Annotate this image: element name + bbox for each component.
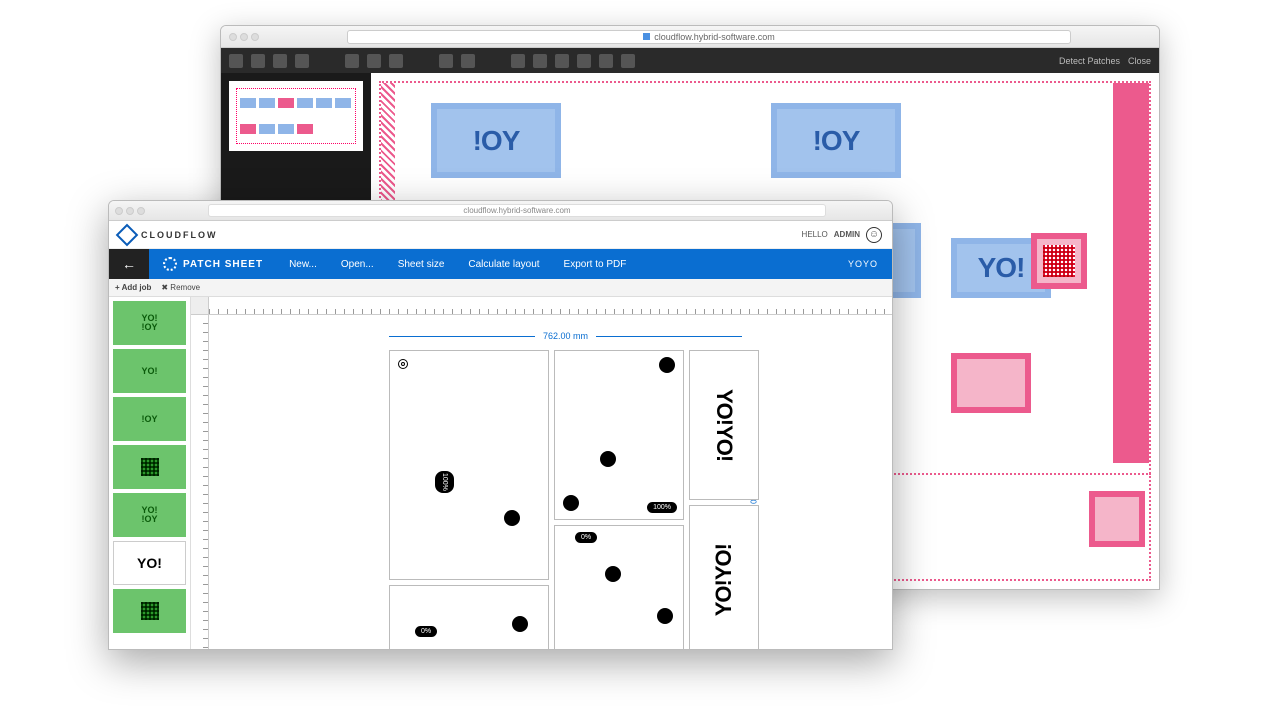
info-bar: + Add job ✖ Remove: [109, 279, 892, 297]
menu-sheet-size[interactable]: Sheet size: [386, 259, 457, 270]
toolbar-icon[interactable]: [367, 54, 381, 68]
toolbar-icon[interactable]: [533, 54, 547, 68]
job-name: YOYO: [836, 259, 892, 269]
yo-text: YO!YO!: [711, 389, 737, 461]
qr-icon: [141, 602, 159, 620]
brand: CLOUDFLOW: [119, 227, 218, 243]
list-item[interactable]: YO!!OY: [113, 493, 186, 537]
gear-icon: [163, 257, 177, 271]
toolbar-icon[interactable]: [599, 54, 613, 68]
remove-button[interactable]: ✖ Remove: [161, 283, 200, 292]
toolbar-icon[interactable]: [555, 54, 569, 68]
list-item[interactable]: YO!: [113, 349, 186, 393]
titlebar: cloudflow.hybrid-software.com: [109, 201, 892, 221]
patch-yo[interactable]: !OY: [771, 103, 901, 178]
dot-icon: [563, 495, 579, 511]
page-thumbnail[interactable]: [229, 81, 363, 151]
registration-mark-icon: [398, 359, 408, 369]
dot-icon: [504, 510, 520, 526]
lock-icon: [643, 33, 650, 40]
list-item[interactable]: YO!: [113, 541, 186, 585]
list-item[interactable]: !OY: [113, 397, 186, 441]
detect-patches-button[interactable]: Detect Patches: [1059, 56, 1120, 66]
dot-icon: [657, 608, 673, 624]
list-item[interactable]: [113, 589, 186, 633]
toolbar-icon[interactable]: [295, 54, 309, 68]
job-list: YO!!OY YO! !OY YO!!OY YO!: [109, 297, 191, 649]
patch-pink[interactable]: [951, 353, 1031, 413]
toolbar-icon[interactable]: [439, 54, 453, 68]
section-label: PATCH SHEET: [149, 257, 277, 271]
artwork-box[interactable]: YO!YO!: [689, 350, 759, 500]
patch-pink[interactable]: [1089, 491, 1145, 547]
artwork-box[interactable]: 100%: [389, 350, 549, 580]
menu-calculate[interactable]: Calculate layout: [456, 259, 551, 270]
yo-text: YO!YO!: [711, 544, 737, 616]
toolbar-icon[interactable]: [273, 54, 287, 68]
toolbar-icon[interactable]: [461, 54, 475, 68]
address-bar[interactable]: cloudflow.hybrid-software.com: [347, 30, 1071, 44]
dimension-width: 762.00 mm: [389, 327, 742, 345]
address-bar[interactable]: cloudflow.hybrid-software.com: [208, 204, 826, 217]
dot-icon: [512, 616, 528, 632]
density-pill: 0%: [415, 626, 437, 637]
canvas-area: 762.00 mm 1092.20 mm 100% 100% 0%: [191, 297, 892, 649]
artwork-box[interactable]: 0%: [554, 525, 684, 650]
ruler-vertical: [191, 315, 209, 649]
user-info[interactable]: HELLO ADMIN ☺: [802, 227, 882, 243]
dot-icon: [659, 357, 675, 373]
qr-icon: [1043, 245, 1075, 277]
ruler-horizontal: [209, 297, 892, 315]
dot-icon: [605, 566, 621, 582]
artwork-box[interactable]: 0%: [389, 585, 549, 650]
toolbar-icon[interactable]: [251, 54, 265, 68]
toolbar-icon[interactable]: [621, 54, 635, 68]
toolbar-icon[interactable]: [229, 54, 243, 68]
toolbar-icon[interactable]: [389, 54, 403, 68]
qr-icon: [141, 458, 159, 476]
back-button[interactable]: ←: [109, 249, 149, 279]
artwork-box[interactable]: YO!YO!: [689, 505, 759, 650]
ruler-corner: [191, 297, 209, 315]
density-pill: 0%: [575, 532, 597, 543]
patch-yo[interactable]: !OY: [431, 103, 561, 178]
brand-bar: CLOUDFLOW HELLO ADMIN ☺: [109, 221, 892, 249]
action-bar: ← PATCH SHEET New... Open... Sheet size …: [109, 249, 892, 279]
menu-export[interactable]: Export to PDF: [552, 259, 639, 270]
layout-window: cloudflow.hybrid-software.com CLOUDFLOW …: [108, 200, 893, 650]
patch-qr[interactable]: [1031, 233, 1087, 289]
url-text: cloudflow.hybrid-software.com: [463, 206, 570, 215]
add-job-button[interactable]: + Add job: [115, 283, 151, 292]
toolbar-icon[interactable]: [577, 54, 591, 68]
viewer-toolbar: Detect Patches Close: [221, 48, 1159, 73]
url-text: cloudflow.hybrid-software.com: [654, 32, 775, 42]
logo-icon: [116, 223, 139, 246]
canvas[interactable]: 762.00 mm 1092.20 mm 100% 100% 0%: [209, 315, 892, 649]
menu-new[interactable]: New...: [277, 259, 329, 270]
toolbar-icon[interactable]: [511, 54, 525, 68]
toolbar-icon[interactable]: [345, 54, 359, 68]
dot-icon: [600, 451, 616, 467]
menu-open[interactable]: Open...: [329, 259, 386, 270]
list-item[interactable]: [113, 445, 186, 489]
avatar-icon: ☺: [866, 227, 882, 243]
density-pill: 100%: [435, 471, 454, 493]
density-pill: 100%: [647, 502, 677, 513]
pink-strip: [1113, 83, 1149, 463]
window-controls[interactable]: [229, 28, 262, 46]
artwork-box[interactable]: 100%: [554, 350, 684, 520]
list-item[interactable]: YO!!OY: [113, 301, 186, 345]
titlebar: cloudflow.hybrid-software.com: [221, 26, 1159, 48]
close-button[interactable]: Close: [1128, 56, 1151, 66]
window-controls[interactable]: [115, 202, 148, 220]
